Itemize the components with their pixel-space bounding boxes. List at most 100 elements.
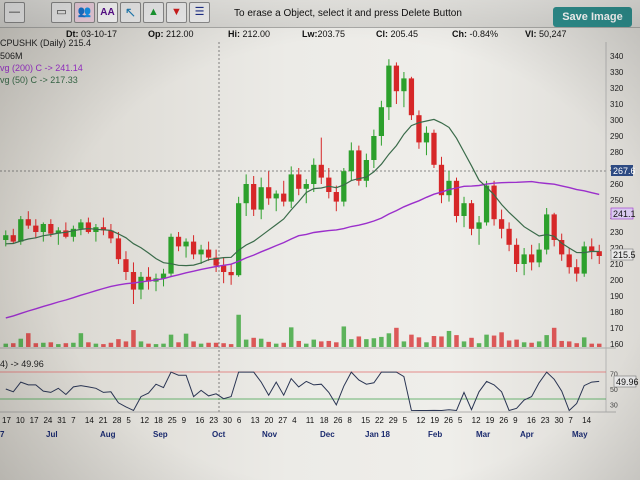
- price-tick-label: 160: [610, 340, 624, 349]
- volume-bar: [3, 343, 9, 347]
- volume-bar: [544, 335, 549, 347]
- candle-body: [48, 224, 54, 234]
- candle-body: [544, 214, 550, 250]
- candle-body: [205, 249, 212, 258]
- day-tick-label: 26: [334, 416, 343, 425]
- price-tick-label: 170: [610, 324, 624, 333]
- month-tick-label: May: [572, 430, 588, 439]
- price-tick-label: 260: [610, 180, 624, 189]
- volume-bar: [11, 343, 16, 347]
- candle-body: [220, 265, 227, 272]
- price-tick-label: 310: [610, 100, 624, 109]
- day-tick-label: 17: [2, 416, 11, 425]
- volume-bar: [431, 336, 437, 347]
- candle-body: [130, 272, 137, 290]
- candle-body: [228, 272, 234, 276]
- volume-bar: [499, 332, 504, 347]
- month-tick-label: Apr: [520, 430, 534, 439]
- candle-body: [175, 236, 182, 247]
- candle-body: [303, 184, 309, 189]
- candle-body: [393, 65, 400, 92]
- volume-bar: [258, 338, 264, 347]
- day-tick-label: 23: [541, 416, 550, 425]
- price-tick-label: 250: [610, 196, 624, 205]
- day-tick-label: 14: [85, 416, 94, 425]
- volume-bar: [71, 342, 76, 347]
- day-tick-label: 25: [168, 416, 177, 425]
- candle-body: [506, 228, 512, 245]
- volume-bar: [401, 341, 407, 347]
- price-tick-label: 190: [610, 292, 624, 301]
- candle-body: [521, 254, 527, 264]
- volume-bar: [521, 342, 527, 347]
- candle-body: [529, 254, 535, 263]
- volume-bar: [596, 343, 602, 347]
- month-tick-label: 7: [0, 430, 5, 439]
- price-chart[interactable]: 1601701801902002102202302402502602702802…: [0, 0, 640, 480]
- volume-bar: [198, 343, 204, 347]
- volume-bar: [589, 343, 594, 347]
- day-tick-label: 9: [182, 416, 187, 425]
- candlesticks: [3, 59, 602, 304]
- candle-body: [288, 174, 294, 202]
- volume-bar: [56, 344, 61, 347]
- volume-bar: [266, 341, 271, 347]
- day-tick-label: 19: [485, 416, 494, 425]
- volume-bar: [476, 343, 482, 347]
- volume-bar: [63, 343, 69, 347]
- day-tick-label: 5: [403, 416, 408, 425]
- volume-bar: [581, 337, 587, 347]
- volume-bar: [123, 341, 129, 347]
- ma200-price-label: 241.1: [613, 209, 636, 219]
- candle-body: [416, 115, 422, 143]
- volume-bar: [574, 343, 579, 347]
- volume-bar: [146, 343, 151, 347]
- ma50-legend: vg (50) C -> 217.33: [0, 75, 78, 85]
- month-tick-label: Dec: [320, 430, 335, 439]
- price-tick-label: 200: [610, 276, 624, 285]
- volume-bar: [559, 340, 564, 347]
- candle-body: [25, 219, 31, 226]
- day-tick-label: 26: [499, 416, 508, 425]
- volume-bar: [341, 326, 347, 347]
- chart-window: — ▭ 👥 AA ↖ ▲ ▼ ☰ To erase a Object, sele…: [0, 0, 640, 480]
- candle-body: [574, 267, 580, 274]
- day-tick-label: 7: [568, 416, 573, 425]
- rsi-tick-label: 50: [610, 387, 618, 394]
- month-tick-label: Oct: [212, 430, 226, 439]
- volume-bar: [191, 341, 196, 347]
- volume-bar: [168, 334, 174, 347]
- candle-body: [258, 187, 264, 210]
- rsi-legend: 4) -> 49.96: [0, 359, 44, 369]
- volume-bar: [138, 341, 144, 347]
- volume-bar: [424, 342, 429, 347]
- day-tick-label: 16: [195, 416, 204, 425]
- price-tick-label: 330: [610, 68, 624, 77]
- volume-bar: [506, 340, 512, 347]
- volume-bar: [131, 330, 136, 347]
- volume-bar: [101, 344, 106, 347]
- rsi-tick-label: 30: [610, 402, 618, 409]
- candle-body: [85, 222, 92, 232]
- volume-bar: [93, 343, 99, 347]
- day-tick-label: 16: [527, 416, 536, 425]
- candle-body: [589, 246, 595, 252]
- candle-body: [296, 174, 302, 189]
- volume-bar: [221, 343, 226, 347]
- candle-body: [386, 65, 392, 108]
- price-tick-label: 210: [610, 260, 624, 269]
- candle-body: [18, 219, 24, 242]
- candle-body: [348, 150, 354, 172]
- candle-body: [356, 150, 362, 181]
- day-tick-label: 12: [416, 416, 425, 425]
- candle-body: [341, 171, 347, 202]
- volume-bar: [183, 333, 189, 347]
- candle-body: [401, 78, 407, 92]
- volume-bar: [416, 337, 422, 347]
- candle-body: [266, 187, 272, 199]
- candle-body: [378, 107, 385, 136]
- volume-bar: [551, 327, 557, 347]
- volume-bar: [281, 342, 286, 347]
- month-tick-label: Nov: [262, 430, 278, 439]
- ma200-line: [5, 180, 600, 319]
